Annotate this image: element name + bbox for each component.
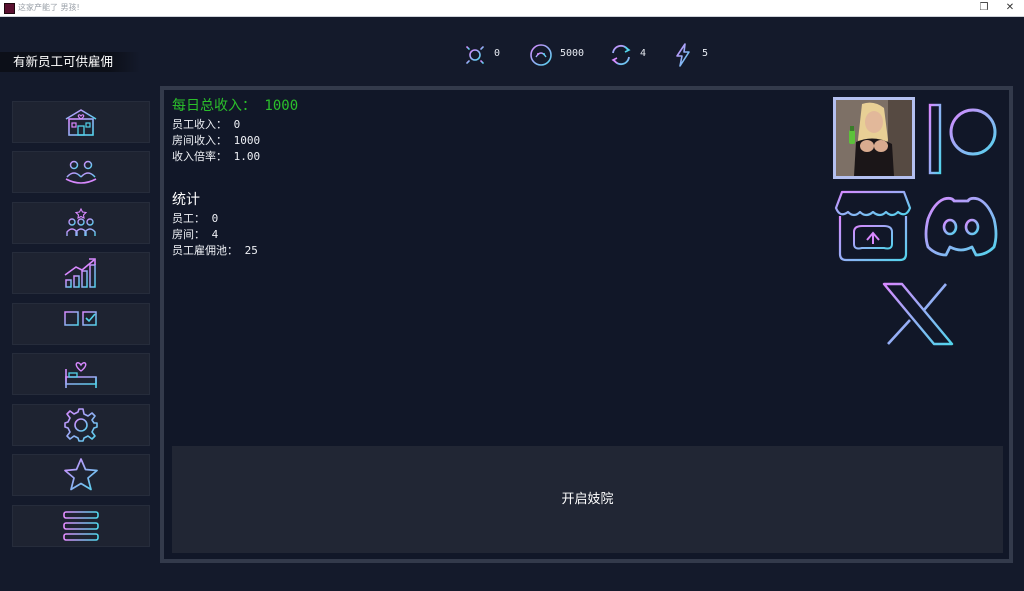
new-staff-notice: 有新员工可供雇佣 xyxy=(0,52,140,72)
settings-gear-icon xyxy=(64,408,98,442)
room-income: 房间收入： 1000 xyxy=(172,134,261,147)
window-title: 这家产能了 男孩! xyxy=(18,3,80,12)
sidebar-item-staff[interactable] xyxy=(12,151,150,193)
sidebar-item-settings[interactable] xyxy=(12,404,150,446)
stat-coin-value: 5000 xyxy=(560,48,585,59)
restore-button[interactable]: ❒ xyxy=(972,0,996,16)
x-icon[interactable] xyxy=(880,280,956,348)
daily-income-title: 每日总收入： 1000 xyxy=(172,98,299,114)
app-icon xyxy=(4,3,15,14)
refresh-icon xyxy=(611,44,631,66)
room-bed-icon xyxy=(65,362,97,388)
star-icon xyxy=(64,458,98,491)
staff-group-icon xyxy=(65,160,97,184)
lightning-icon xyxy=(676,43,690,67)
close-button[interactable]: ✕ xyxy=(998,0,1022,16)
stat-refresh-value: 4 xyxy=(640,48,647,59)
sidebar-item-menu[interactable] xyxy=(12,505,150,547)
coin-icon xyxy=(530,44,552,66)
tasks-checklist-icon xyxy=(64,311,97,332)
stat-hiring-pool: 员工雇佣池： 25 xyxy=(172,244,258,257)
hire-staff-icon xyxy=(66,207,96,236)
menu-icon xyxy=(63,511,99,541)
sidebar-item-rooms[interactable] xyxy=(12,353,150,395)
stat-room-count: 房间： 4 xyxy=(172,228,219,241)
sidebar-item-tasks[interactable] xyxy=(12,303,150,345)
stat-sun-value: 0 xyxy=(494,48,501,59)
main-panel: 每日总收入： 1000 员工收入： 0 房间收入： 1000 收入倍率： 1.0… xyxy=(160,86,1013,563)
sidebar-item-growth[interactable] xyxy=(12,252,150,294)
staff-income: 员工收入： 0 xyxy=(172,118,241,131)
sun-icon xyxy=(463,43,487,67)
stat-energy-value: 5 xyxy=(702,48,709,59)
growth-chart-icon xyxy=(64,258,96,288)
patreon-icon[interactable] xyxy=(925,100,999,176)
income-multiplier: 收入倍率： 1.00 xyxy=(172,150,261,163)
open-brothel-button[interactable]: 开启妓院 xyxy=(172,446,1003,553)
sidebar-item-hire[interactable] xyxy=(12,202,150,244)
sidebar-item-favorites[interactable] xyxy=(12,454,150,496)
itch-io-icon[interactable] xyxy=(834,188,912,264)
stat-staff-count: 员工： 0 xyxy=(172,212,219,225)
discord-icon[interactable] xyxy=(922,193,1000,259)
window-titlebar: 这家产能了 男孩! ❒ ✕ xyxy=(0,0,1024,17)
statistics-title: 统计 xyxy=(172,192,200,208)
character-portrait[interactable] xyxy=(833,97,915,179)
sidebar-item-brothel[interactable] xyxy=(12,101,150,143)
portrait-image xyxy=(836,100,912,176)
brothel-building-icon xyxy=(65,109,97,136)
